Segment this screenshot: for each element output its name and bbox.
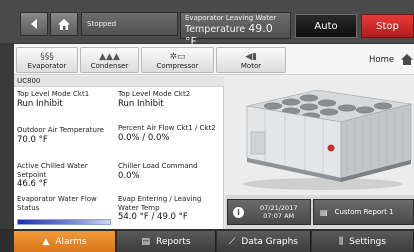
back-arrow-icon bbox=[31, 19, 37, 29]
field-label: Evap Entering / Leaving Water Temp bbox=[118, 195, 202, 212]
report-icon: ▤ bbox=[320, 207, 328, 217]
field-value: 46.6 °F bbox=[17, 179, 48, 189]
field-outdoor-air-temp: Outdoor Air Temperature 70.0 °F bbox=[17, 126, 117, 146]
evap-leaving-prefix: Temperature bbox=[185, 24, 246, 35]
component-nav: §§§ Evaporator ▲▲▲ Condenser ✲▭ Compress… bbox=[14, 44, 414, 75]
field-percent-air-flow: Percent Air Flow Ckt1 / Ckt2 0.0% / 0.0% bbox=[118, 124, 218, 144]
date-time: 07/21/2017 07:07 AM bbox=[260, 204, 297, 220]
auto-button[interactable]: Auto bbox=[295, 14, 357, 38]
compressor-icon: ✲▭ bbox=[169, 52, 186, 62]
field-value: Run Inhibit bbox=[118, 98, 164, 109]
home-button[interactable] bbox=[50, 12, 78, 36]
droplets-icon: ▲▲▲ bbox=[99, 52, 120, 62]
field-value: 0.0% bbox=[118, 170, 140, 181]
motor-icon: ◀▮ bbox=[245, 52, 257, 62]
tab-evaporator[interactable]: §§§ Evaporator bbox=[16, 47, 78, 73]
current-time: 07:07 AM bbox=[263, 212, 295, 220]
field-label: Top Level Mode Ckt2 bbox=[118, 90, 191, 98]
bell-icon: ▲ bbox=[42, 236, 50, 247]
breadcrumb-home[interactable]: Home bbox=[369, 55, 394, 65]
field-evap-water-flow-status: Evaporator Water Flow Status bbox=[17, 195, 115, 212]
nav-data-graphs-label: Data Graphs bbox=[241, 236, 298, 247]
bottom-nav: ▲ Alarms ▤ Reports ⟋ Data Graphs ⫼ Setti… bbox=[0, 229, 414, 252]
field-value: 0.0% / 0.0% bbox=[118, 132, 170, 143]
chiller-image bbox=[225, 76, 414, 194]
field-label: Percent Air Flow Ckt1 / Ckt2 bbox=[118, 124, 216, 132]
tab-evaporator-label: Evaporator bbox=[27, 62, 67, 70]
back-button[interactable] bbox=[20, 12, 48, 36]
field-label: Chiller Load Command bbox=[118, 162, 198, 170]
nav-reports-label: Reports bbox=[155, 236, 191, 247]
main-content: §§§ Evaporator ▲▲▲ Condenser ✲▭ Compress… bbox=[14, 44, 414, 229]
water-flow-status-bar bbox=[17, 219, 111, 225]
graph-icon: ⟋ bbox=[229, 236, 236, 247]
field-value: 54.0 °F / 49.0 °F bbox=[118, 212, 188, 222]
date-time-button[interactable]: i 07/21/2017 07:07 AM bbox=[227, 199, 311, 225]
field-active-chilled-water-setpoint: Active Chilled Water Setpoint 46.6 °F bbox=[17, 162, 107, 190]
sliders-icon: ⫼ bbox=[338, 236, 344, 247]
tab-motor[interactable]: ◀▮ Motor bbox=[216, 47, 286, 73]
info-icon: i bbox=[233, 207, 244, 218]
field-label: Evaporator Water Flow Status bbox=[17, 195, 97, 212]
field-evap-entering-leaving-temp: Evap Entering / Leaving Water Temp 54.0 … bbox=[118, 195, 218, 223]
custom-report-button[interactable]: ▤ Custom Report 1 bbox=[313, 199, 414, 225]
top-bar: Stopped Evaporator Leaving Water Tempera… bbox=[0, 0, 414, 48]
report-icon: ▤ bbox=[141, 236, 150, 247]
field-chiller-load-command: Chiller Load Command 0.0% bbox=[118, 162, 218, 182]
current-date: 07/21/2017 bbox=[260, 204, 298, 212]
chiller-unit-illustration bbox=[243, 89, 412, 190]
custom-report-label: Custom Report 1 bbox=[334, 208, 394, 216]
nav-alarms-label: Alarms bbox=[55, 236, 87, 247]
nav-data-graphs[interactable]: ⟋ Data Graphs bbox=[217, 231, 311, 252]
evap-leaving-temp-readout: Evaporator Leaving Water Temperature 49.… bbox=[180, 12, 291, 48]
tab-condenser-label: Condenser bbox=[90, 62, 129, 70]
tab-compressor[interactable]: ✲▭ Compressor bbox=[141, 47, 214, 73]
nav-settings-label: Settings bbox=[349, 236, 387, 247]
chiller-status: Stopped bbox=[81, 12, 178, 36]
tab-condenser[interactable]: ▲▲▲ Condenser bbox=[80, 47, 139, 73]
field-label: Outdoor Air Temperature bbox=[17, 126, 104, 134]
field-top-level-mode-ckt1: Top Level Mode Ckt1 Run Inhibit bbox=[17, 90, 117, 110]
nav-reports[interactable]: ▤ Reports bbox=[117, 231, 216, 252]
home-icon[interactable] bbox=[400, 53, 414, 66]
field-value: Run Inhibit bbox=[17, 98, 63, 109]
tab-motor-label: Motor bbox=[240, 62, 262, 70]
uc800-data-panel: UC800 Top Level Mode Ckt1 Run Inhibit To… bbox=[14, 76, 224, 229]
field-top-level-mode-ckt2: Top Level Mode Ckt2 Run Inhibit bbox=[118, 90, 218, 110]
field-label: Top Level Mode Ckt1 bbox=[17, 90, 90, 98]
chiller-status-text: Stopped bbox=[87, 20, 117, 28]
panel-header: UC800 bbox=[14, 76, 224, 87]
steam-icon: §§§ bbox=[40, 52, 54, 62]
nav-alarms[interactable]: ▲ Alarms bbox=[14, 231, 116, 252]
nav-settings[interactable]: ⫼ Settings bbox=[312, 231, 414, 252]
field-value: 70.0 °F bbox=[17, 134, 48, 145]
tab-compressor-label: Compressor bbox=[156, 62, 199, 70]
info-strip: i 07/21/2017 07:07 AM ▤ Custom Report 1 bbox=[225, 195, 414, 229]
stop-button[interactable]: Stop bbox=[361, 14, 414, 38]
field-label: Active Chilled Water Setpoint bbox=[17, 162, 88, 179]
home-icon bbox=[58, 18, 70, 30]
